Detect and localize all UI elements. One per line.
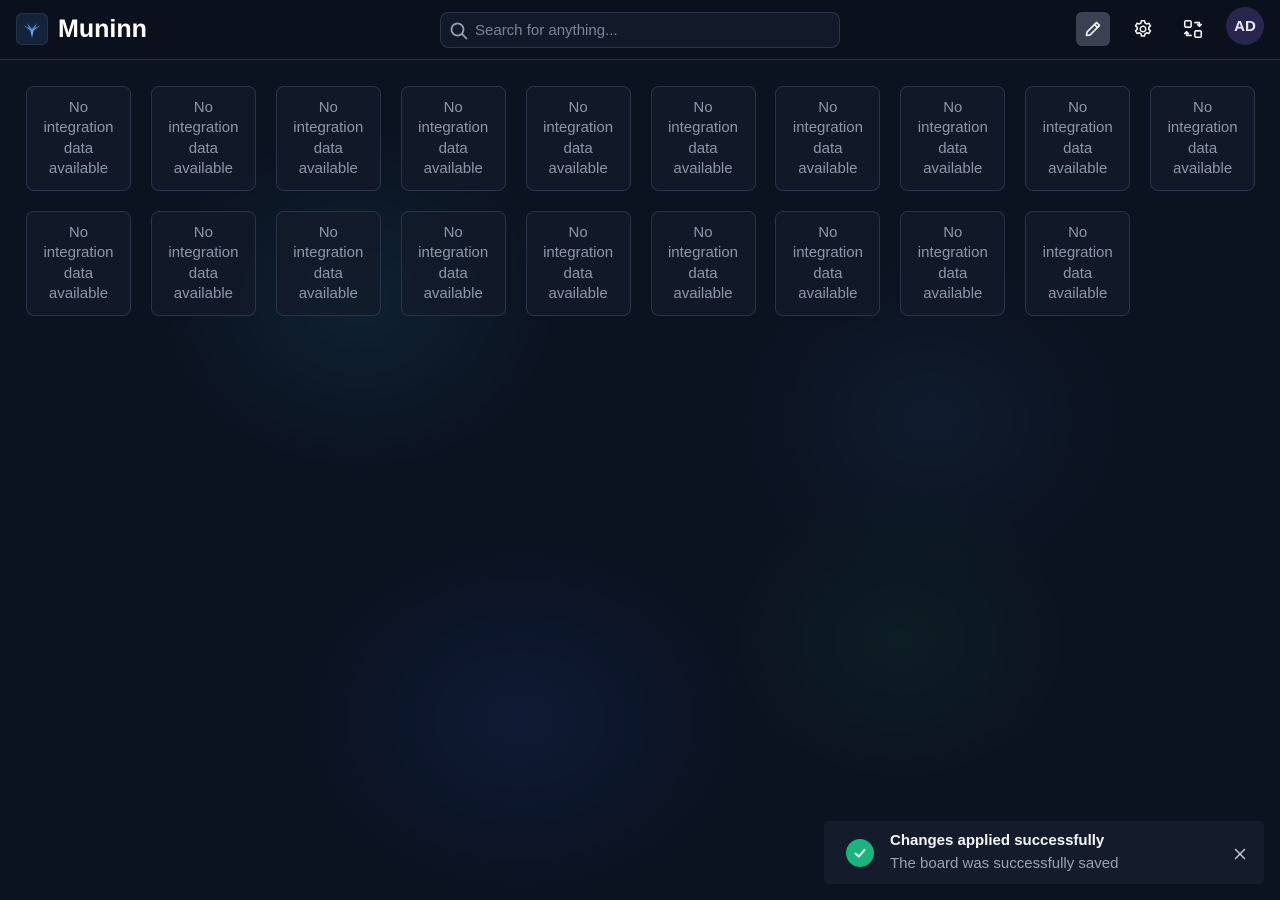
tile-empty-message: No integration data available <box>43 98 114 177</box>
pencil-icon <box>1085 21 1101 37</box>
tile-empty-message: No integration data available <box>1042 98 1113 177</box>
integration-widget-tile[interactable]: No integration data available <box>775 211 881 316</box>
integration-widget-tile[interactable]: No integration data available <box>775 86 881 191</box>
tile-empty-message: No integration data available <box>667 223 739 302</box>
integration-widget-tile[interactable]: No integration data available <box>1025 86 1131 191</box>
tile-empty-message: No integration data available <box>293 98 364 177</box>
toast-message: The board was successfully saved <box>890 855 1119 872</box>
check-circle-icon <box>846 839 874 867</box>
integration-widget-tile[interactable]: No integration data available <box>26 86 131 191</box>
integration-widget-tile[interactable]: No integration data available <box>900 211 1006 316</box>
integration-widget-tile[interactable]: No integration data available <box>900 86 1006 191</box>
integration-widget-tile[interactable]: No integration data available <box>650 211 756 316</box>
top-header: Muninn Search for anything... AD <box>0 0 1280 60</box>
tile-empty-message: No integration data available <box>168 223 239 302</box>
integration-widget-tile[interactable]: No integration data available <box>1150 86 1256 191</box>
integration-widget-tile[interactable]: No integration data available <box>275 211 381 316</box>
edit-board-button[interactable] <box>1076 12 1110 46</box>
search-input[interactable] <box>475 13 835 47</box>
close-icon <box>1234 848 1246 860</box>
tile-empty-message: No integration data available <box>418 98 489 177</box>
integration-widget-tile[interactable]: No integration data available <box>26 211 131 316</box>
tile-empty-message: No integration data available <box>792 223 863 302</box>
tile-empty-message: No integration data available <box>1167 98 1238 177</box>
gear-icon <box>1134 19 1152 37</box>
integration-widget-tile[interactable]: No integration data available <box>400 86 506 191</box>
tile-empty-message: No integration data available <box>43 223 114 302</box>
tile-empty-message: No integration data available <box>1042 223 1113 302</box>
toast-close-button[interactable] <box>1230 844 1250 864</box>
tile-empty-message: No integration data available <box>667 98 739 177</box>
swap-layout-icon <box>1183 19 1203 39</box>
raven-logo-icon <box>23 23 41 38</box>
toast-title: Changes applied successfully <box>890 832 1105 849</box>
integration-widget-tile[interactable]: No integration data available <box>650 86 756 191</box>
app-logo[interactable] <box>16 13 48 45</box>
tile-empty-message: No integration data available <box>917 98 988 177</box>
tile-empty-message: No integration data available <box>293 223 364 302</box>
search-icon <box>450 22 468 40</box>
tile-empty-message: No integration data available <box>917 223 988 302</box>
app-title[interactable]: Muninn <box>58 13 147 45</box>
tile-empty-message: No integration data available <box>418 223 489 302</box>
switch-board-button[interactable] <box>1176 12 1210 46</box>
integration-widget-tile[interactable]: No integration data available <box>150 211 256 316</box>
settings-button[interactable] <box>1126 12 1160 46</box>
integration-widget-tile[interactable]: No integration data available <box>400 211 506 316</box>
integration-widget-tile[interactable]: No integration data available <box>150 86 256 191</box>
tile-empty-message: No integration data available <box>543 223 614 302</box>
integration-widget-tile[interactable]: No integration data available <box>525 211 631 316</box>
tile-empty-message: No integration data available <box>543 98 614 177</box>
success-toast: Changes applied successfully The board w… <box>824 821 1264 884</box>
tile-empty-message: No integration data available <box>168 98 239 177</box>
integration-widget-tile[interactable]: No integration data available <box>275 86 381 191</box>
integration-widget-tile[interactable]: No integration data available <box>525 86 631 191</box>
tile-empty-message: No integration data available <box>792 98 863 177</box>
search-bar[interactable] <box>440 12 840 48</box>
integration-widget-tile[interactable]: No integration data available <box>1025 211 1131 316</box>
user-avatar[interactable]: AD <box>1226 7 1264 45</box>
